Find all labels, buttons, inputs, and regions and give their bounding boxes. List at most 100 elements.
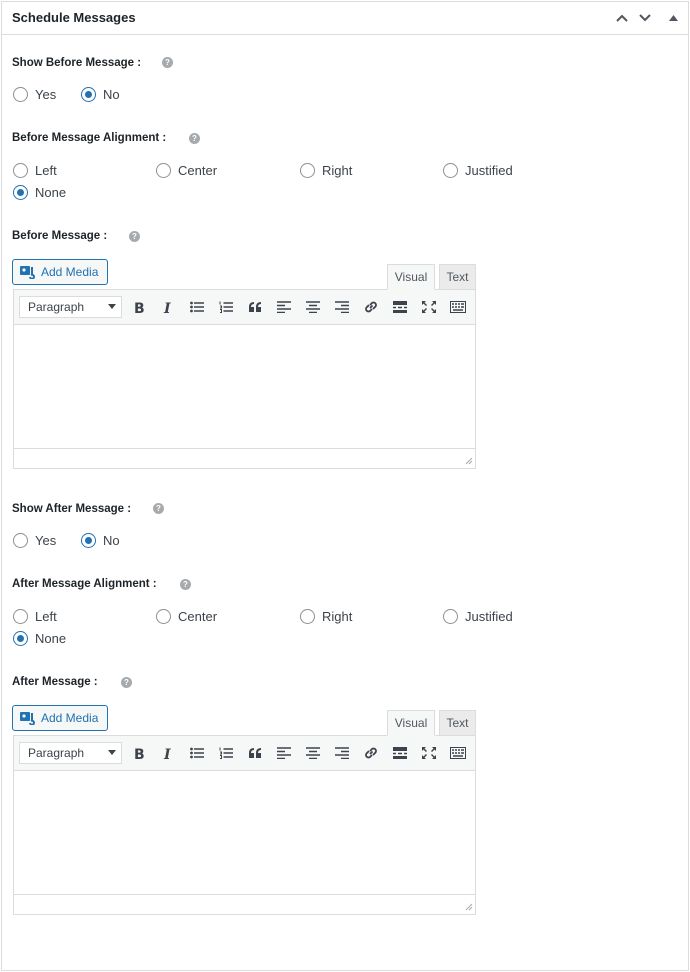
chevron-up-icon <box>616 14 628 22</box>
align-left-button[interactable] <box>273 743 295 763</box>
panel-title: Schedule Messages <box>12 10 136 25</box>
radio-label: Left <box>35 609 57 624</box>
add-media-button[interactable]: Add Media <box>12 259 108 285</box>
show-after-no-radio[interactable]: No <box>81 533 120 548</box>
radio-label: No <box>103 533 120 548</box>
editor-statusbar <box>14 894 475 913</box>
numbered-list-button[interactable] <box>215 297 237 317</box>
italic-button[interactable]: I <box>157 297 179 317</box>
radio-label: Right <box>322 609 353 624</box>
help-icon[interactable]: ? <box>189 133 200 144</box>
after-align-right-radio[interactable]: Right <box>300 609 352 624</box>
caret-down-icon <box>108 750 116 755</box>
bold-button[interactable]: B <box>128 297 150 317</box>
format-select[interactable]: Paragraph <box>19 296 122 318</box>
blockquote-button[interactable] <box>244 297 266 317</box>
numbered-list-icon <box>219 747 233 759</box>
after-align-left-radio[interactable]: Left <box>13 609 57 624</box>
tab-text[interactable]: Text <box>439 264 476 290</box>
help-icon[interactable]: ? <box>162 57 173 68</box>
radio-circle <box>443 163 458 178</box>
show-before-no-radio[interactable]: No <box>81 87 120 102</box>
fullscreen-icon <box>422 301 436 313</box>
link-icon <box>365 747 377 759</box>
editor-toolbar: Paragraph B I <box>14 290 475 325</box>
help-icon[interactable]: ? <box>129 231 140 242</box>
read-more-button[interactable] <box>389 743 411 763</box>
svg-text:I: I <box>163 747 171 760</box>
link-icon <box>365 301 377 313</box>
toolbar-toggle-button[interactable] <box>447 743 469 763</box>
align-center-button[interactable] <box>302 743 324 763</box>
editor-content-area[interactable] <box>14 326 475 448</box>
bold-button[interactable]: B <box>128 743 150 763</box>
radio-circle <box>13 87 28 102</box>
fullscreen-icon <box>422 747 436 759</box>
before-message-label: Before Message : <box>12 230 108 242</box>
align-left-button[interactable] <box>273 297 295 317</box>
tab-visual[interactable]: Visual <box>387 710 435 736</box>
insert-link-button[interactable] <box>360 743 382 763</box>
align-left-icon <box>277 301 291 313</box>
chevron-down-icon <box>639 14 651 22</box>
bulleted-list-button[interactable] <box>186 743 208 763</box>
numbered-list-button[interactable] <box>215 743 237 763</box>
toggle-panel-button[interactable] <box>664 9 682 27</box>
radio-circle <box>13 609 28 624</box>
after-align-center-radio[interactable]: Center <box>156 609 217 624</box>
insert-link-button[interactable] <box>360 297 382 317</box>
after-message-label: After Message : <box>12 676 98 688</box>
blockquote-icon <box>249 748 261 758</box>
resize-handle-icon[interactable] <box>465 903 473 911</box>
italic-icon: I <box>163 301 171 314</box>
help-icon[interactable]: ? <box>121 677 132 688</box>
italic-button[interactable]: I <box>157 743 179 763</box>
before-align-left-radio[interactable]: Left <box>13 163 57 178</box>
bulleted-list-button[interactable] <box>186 297 208 317</box>
read-more-button[interactable] <box>389 297 411 317</box>
before-align-justified-radio[interactable]: Justified <box>443 163 513 178</box>
after-alignment-label: After Message Alignment : <box>12 578 157 590</box>
align-center-button[interactable] <box>302 297 324 317</box>
add-media-button[interactable]: Add Media <box>12 705 108 731</box>
radio-circle <box>13 185 28 200</box>
radio-circle <box>300 609 315 624</box>
move-up-button[interactable] <box>613 9 631 27</box>
show-after-message-label: Show After Message : <box>12 503 132 515</box>
read-more-icon <box>393 747 407 759</box>
before-align-none-radio[interactable]: None <box>13 185 66 200</box>
radio-label: Center <box>178 609 218 624</box>
before-align-center-radio[interactable]: Center <box>156 163 217 178</box>
toolbar-toggle-button[interactable] <box>447 297 469 317</box>
show-before-yes-radio[interactable]: Yes <box>13 87 56 102</box>
align-right-button[interactable] <box>331 743 353 763</box>
tab-text[interactable]: Text <box>439 710 476 736</box>
add-media-icon <box>20 266 35 279</box>
before-align-right-radio[interactable]: Right <box>300 163 352 178</box>
help-icon[interactable]: ? <box>180 579 191 590</box>
fullscreen-button[interactable] <box>418 743 440 763</box>
radio-circle <box>156 609 171 624</box>
resize-handle-icon[interactable] <box>465 457 473 465</box>
add-media-label: Add Media <box>41 265 99 279</box>
show-before-message-label: Show Before Message : <box>12 57 142 69</box>
align-right-icon <box>335 747 349 759</box>
fullscreen-button[interactable] <box>418 297 440 317</box>
move-down-button[interactable] <box>636 9 654 27</box>
show-after-yes-radio[interactable]: Yes <box>13 533 56 548</box>
after-align-justified-radio[interactable]: Justified <box>443 609 513 624</box>
blockquote-button[interactable] <box>244 743 266 763</box>
help-icon[interactable]: ? <box>153 503 164 514</box>
radio-label: None <box>35 185 67 200</box>
radio-label: Left <box>35 163 57 178</box>
radio-circle <box>13 163 28 178</box>
after-align-none-radio[interactable]: None <box>13 631 66 646</box>
blockquote-icon <box>249 302 261 312</box>
editor-toolbar: Paragraph B I <box>14 736 475 771</box>
format-select[interactable]: Paragraph <box>19 742 122 764</box>
editor-content-area[interactable] <box>14 772 475 894</box>
after-message-editor: Paragraph B I <box>13 735 476 915</box>
tab-visual[interactable]: Visual <box>387 264 435 290</box>
align-right-button[interactable] <box>331 297 353 317</box>
svg-text:B: B <box>134 747 145 760</box>
